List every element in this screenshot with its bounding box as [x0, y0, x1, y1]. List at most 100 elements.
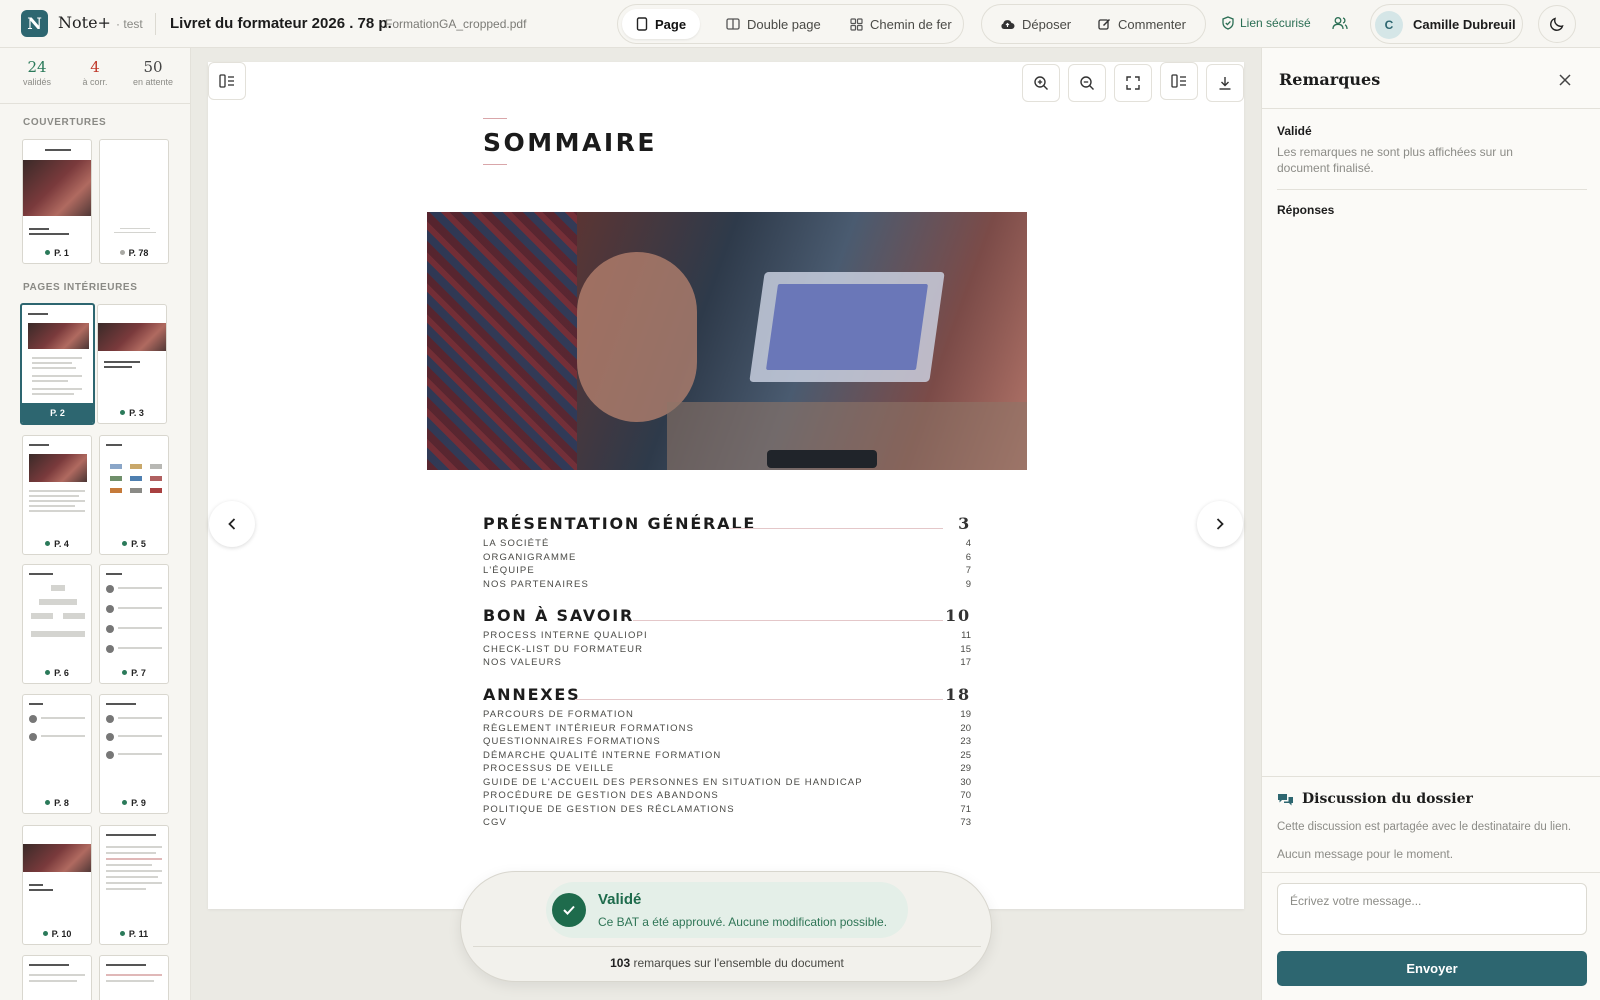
- toc-section-page: 18: [945, 685, 971, 704]
- stat-validated: 24 validés: [12, 58, 62, 87]
- send-button[interactable]: Envoyer: [1277, 951, 1587, 986]
- toc-entry: GUIDE DE L'ACCUEIL DES PERSONNES EN SITU…: [483, 777, 971, 789]
- page-thumbnail[interactable]: P. 3: [97, 304, 167, 424]
- page-thumbnail[interactable]: P. 8: [22, 694, 92, 814]
- page-thumbnail[interactable]: P. 11: [99, 825, 169, 945]
- toc-entry-page: 70: [960, 790, 971, 801]
- thumbnails-toggle-button[interactable]: [1160, 62, 1198, 100]
- page-thumbnail[interactable]: [22, 955, 92, 1000]
- user-name: Camille Dubreuil: [1413, 17, 1516, 32]
- toc-entry: CHECK-LIST DU FORMATEUR 15: [483, 644, 971, 656]
- remarks-count-value: 103: [610, 956, 631, 970]
- view-mode-switcher: Page Double page Chemin de fer: [617, 4, 964, 44]
- page-thumbnail[interactable]: P. 4: [22, 435, 92, 555]
- discussion-title: Discussion du dossier: [1277, 791, 1473, 807]
- page-label: P. 9: [100, 793, 168, 813]
- inner-pages-section-label: PAGES INTÉRIEURES: [23, 282, 138, 293]
- stat-to-correct-value: 4: [90, 58, 100, 76]
- app-logo[interactable]: N: [21, 10, 48, 37]
- toc-entry-label: QUESTIONNAIRES FORMATIONS: [483, 736, 661, 747]
- toc-entry: L'ÉQUIPE 7: [483, 565, 971, 577]
- view-double-page-button[interactable]: Double page: [712, 9, 835, 39]
- page-thumbnail-active[interactable]: P. 2: [20, 303, 95, 425]
- double-page-icon: [726, 18, 740, 30]
- view-double-page-label: Double page: [747, 16, 821, 32]
- check-icon: [552, 893, 586, 927]
- hero-photo: [427, 212, 1027, 470]
- document-filename: FormationGA_cropped.pdf: [385, 17, 527, 31]
- page-thumbnail[interactable]: P. 78: [99, 139, 169, 264]
- toc-entry-label: NOS PARTENAIRES: [483, 578, 589, 590]
- title-rule: [483, 164, 507, 165]
- toggle-sidebar-button[interactable]: [208, 62, 246, 100]
- toc-entry: PROCÉDURE DE GESTION DES ABANDONS 70: [483, 790, 971, 802]
- close-icon[interactable]: [1555, 70, 1575, 90]
- toc-entry-page: 6: [965, 551, 971, 563]
- page-thumbnail[interactable]: P. 6: [22, 564, 92, 684]
- app-environment: · test: [116, 17, 143, 31]
- app-name: Note+: [58, 13, 111, 32]
- toc-section-page: 3: [958, 514, 971, 533]
- validated-info: Les remarques ne sont plus affichées sur…: [1277, 145, 1513, 175]
- toc-entry-page: 25: [960, 749, 971, 761]
- status-toast: Validé Ce BAT a été approuvé. Aucune mod…: [460, 871, 992, 982]
- page-thumbnail[interactable]: P. 9: [99, 694, 169, 814]
- page-label: P. 2: [22, 403, 93, 423]
- toc-entry-page: 15: [960, 643, 971, 655]
- toc-section-page: 10: [945, 606, 971, 625]
- toc-entry-label: DÉMARCHE QUALITÉ INTERNE FORMATION: [483, 749, 722, 761]
- moon-icon: [1550, 17, 1564, 31]
- message-input[interactable]: [1277, 883, 1587, 935]
- previous-page-button[interactable]: [209, 501, 255, 547]
- validated-message: Ce BAT a été approuvé. Aucune modificati…: [598, 915, 888, 929]
- toc-leader-rule: [575, 699, 943, 700]
- page-thumbnail[interactable]: P. 1: [22, 139, 92, 264]
- stat-validated-value: 24: [27, 58, 47, 76]
- toc-entry: PROCESSUS DE VEILLE 29: [483, 763, 971, 775]
- action-group: Déposer Commenter: [981, 4, 1206, 44]
- next-page-button[interactable]: [1197, 501, 1243, 547]
- toc-entry-page: 29: [960, 763, 971, 774]
- stat-to-correct: 4 à corr.: [70, 58, 120, 87]
- no-messages-text: Aucun message pour le moment.: [1277, 847, 1454, 861]
- secure-link-indicator: Lien sécurisé: [1222, 16, 1311, 30]
- view-page-button[interactable]: Page: [622, 9, 701, 39]
- page-thumbnail[interactable]: P. 10: [22, 825, 92, 945]
- chat-bubbles-icon: [1278, 793, 1293, 805]
- title-rule: [483, 118, 507, 119]
- upload-label: Déposer: [1022, 16, 1072, 32]
- toc-entry-label: PROCESS INTERNE QUALIOPI: [483, 630, 648, 641]
- toc-entry: PARCOURS DE FORMATION 19: [483, 709, 971, 721]
- toc-entry-page: 73: [960, 817, 971, 828]
- chevron-left-icon: [228, 518, 236, 530]
- page-label: P. 6: [23, 663, 91, 683]
- view-grid-button[interactable]: Chemin de fer: [836, 9, 966, 39]
- toc-entry-page: 23: [960, 736, 971, 747]
- zoom-out-icon: [1080, 76, 1094, 90]
- toc-entry: LA SOCIÉTÉ 4: [483, 538, 971, 550]
- page-thumbnail[interactable]: P. 5: [99, 435, 169, 555]
- toc-entry-label: GUIDE DE L'ACCUEIL DES PERSONNES EN SITU…: [483, 776, 863, 788]
- divider: [473, 946, 981, 947]
- fullscreen-button[interactable]: [1114, 64, 1152, 102]
- users-icon[interactable]: [1332, 16, 1348, 30]
- user-menu[interactable]: C Camille Dubreuil: [1370, 4, 1523, 44]
- shield-check-icon: [1222, 16, 1234, 30]
- upload-button[interactable]: Déposer: [986, 9, 1085, 39]
- discussion-info: Cette discussion est partagée avec le de…: [1277, 821, 1572, 833]
- page-thumbnail[interactable]: [99, 955, 169, 1000]
- comment-button[interactable]: Commenter: [1084, 9, 1200, 39]
- page-thumbnail[interactable]: P. 7: [99, 564, 169, 684]
- theme-toggle-button[interactable]: [1538, 5, 1576, 43]
- zoom-out-button[interactable]: [1068, 64, 1106, 102]
- download-button[interactable]: [1206, 64, 1244, 102]
- page-label: P. 78: [100, 243, 168, 263]
- page-label: P. 11: [100, 924, 168, 944]
- page-label: P. 7: [100, 663, 168, 683]
- validated-banner: Validé Ce BAT a été approuvé. Aucune mod…: [546, 882, 908, 938]
- zoom-in-button[interactable]: [1022, 64, 1060, 102]
- toc-entry-page: 30: [960, 776, 971, 788]
- divider: [1262, 108, 1600, 109]
- toc-section-heading: BON À SAVOIR 10: [483, 606, 971, 625]
- validated-title: Validé: [598, 891, 642, 908]
